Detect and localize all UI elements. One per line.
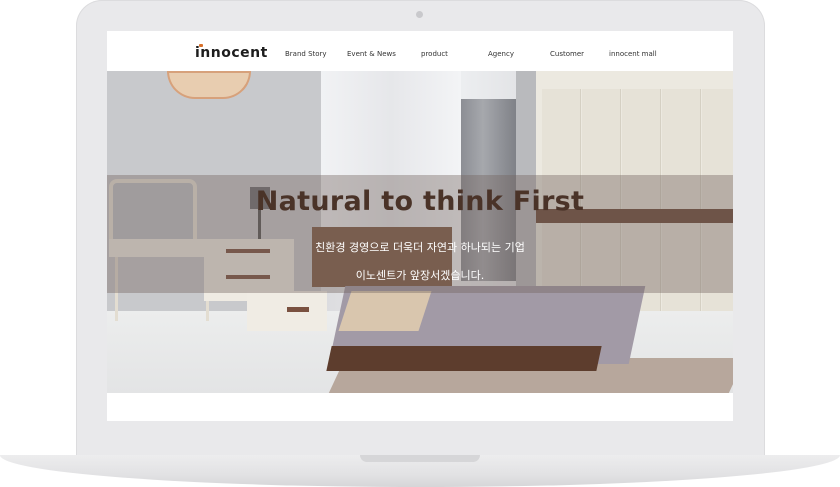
- nav-agency[interactable]: Agency: [488, 50, 514, 58]
- hero-banner: Natural to think First 친환경 경영으로 더욱더 자연과 …: [107, 71, 733, 393]
- nav-innocent-mall[interactable]: innocent mall: [609, 50, 657, 58]
- nav-event-news[interactable]: Event & News: [347, 50, 396, 58]
- hero-subtitle-line1: 친환경 경영으로 더욱더 자연과 하나되는 기업: [315, 241, 525, 254]
- nav-brand-story[interactable]: Brand Story: [285, 50, 327, 58]
- nightstand-handle: [287, 307, 309, 312]
- hero-title: Natural to think First: [255, 186, 585, 217]
- site-header: innocent Brand Story Event & News produc…: [107, 31, 733, 71]
- brand-logo[interactable]: innocent: [195, 45, 268, 61]
- bed-frame-image: [326, 346, 602, 371]
- blanket-image: [338, 291, 432, 331]
- hero-subtitle-line2: 이노센트가 앞장서겠습니다.: [355, 269, 485, 282]
- logo-accent-dot: [199, 44, 203, 47]
- webcam-icon: [416, 11, 423, 18]
- page-footer-strip: [107, 393, 733, 421]
- nav-product[interactable]: product: [421, 50, 448, 58]
- nav-customer[interactable]: Customer: [550, 50, 584, 58]
- laptop-screen: innocent Brand Story Event & News produc…: [107, 31, 733, 421]
- laptop-notch: [360, 455, 480, 462]
